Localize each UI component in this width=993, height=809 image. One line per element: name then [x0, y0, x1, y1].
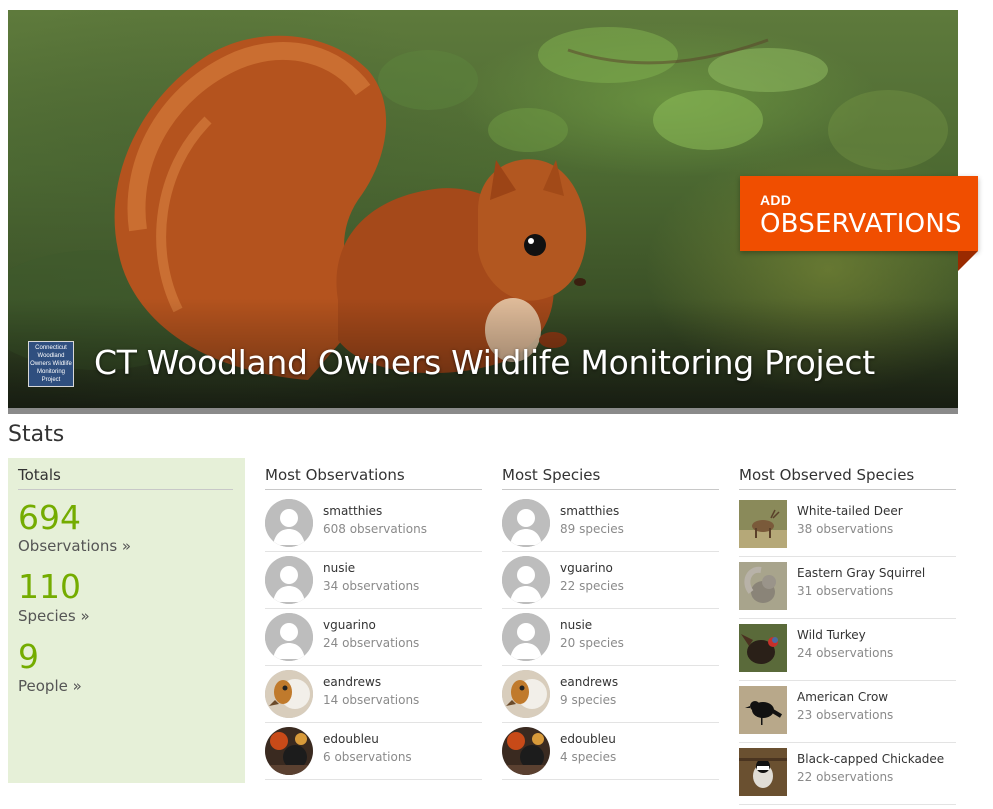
- species-thumbnail[interactable]: [739, 686, 787, 734]
- total-species-count: 110: [18, 567, 81, 606]
- user-name-link[interactable]: nusie: [560, 618, 592, 632]
- banner-divider: [8, 408, 958, 414]
- user-row[interactable]: eandrews 9 species: [502, 665, 719, 723]
- species-thumbnail[interactable]: [739, 500, 787, 548]
- species-thumbnail[interactable]: [739, 748, 787, 796]
- most-observations-header: Most Observations: [265, 466, 482, 490]
- species-thumbnail[interactable]: [739, 624, 787, 672]
- user-row[interactable]: smatthies 89 species: [502, 494, 719, 552]
- user-count: 89 species: [560, 522, 624, 536]
- species-count: 23 observations: [797, 708, 894, 722]
- species-name-link[interactable]: White-tailed Deer: [797, 504, 903, 518]
- stats-heading: Stats: [8, 422, 65, 447]
- user-count: 9 species: [560, 693, 617, 707]
- user-avatar[interactable]: [265, 670, 313, 718]
- user-name-link[interactable]: smatthies: [560, 504, 619, 518]
- user-name-link[interactable]: edoubleu: [560, 732, 616, 746]
- species-name-link[interactable]: American Crow: [797, 690, 888, 704]
- user-avatar[interactable]: [502, 727, 550, 775]
- user-count: 6 observations: [323, 750, 412, 764]
- species-row[interactable]: Eastern Gray Squirrel 31 observations: [739, 556, 956, 619]
- user-count: 608 observations: [323, 522, 427, 536]
- species-count: 22 observations: [797, 770, 894, 784]
- user-count: 4 species: [560, 750, 617, 764]
- species-row[interactable]: American Crow 23 observations: [739, 680, 956, 743]
- user-count: 34 observations: [323, 579, 420, 593]
- user-name-link[interactable]: nusie: [323, 561, 355, 575]
- ribbon-fold: [958, 251, 978, 271]
- most-observed-species-header: Most Observed Species: [739, 466, 956, 490]
- project-title: CT Woodland Owners Wildlife Monitoring P…: [94, 343, 875, 382]
- species-link[interactable]: Species »: [18, 607, 90, 625]
- project-icon-text: Connecticut Woodland Owners Wildlife Mon…: [30, 345, 72, 383]
- add-observations-line2: OBSERVATIONS: [760, 209, 962, 239]
- add-observations-line1: ADD: [760, 192, 792, 208]
- totals-header: Totals: [18, 466, 233, 490]
- user-avatar[interactable]: [502, 670, 550, 718]
- species-row[interactable]: White-tailed Deer 38 observations: [739, 494, 956, 557]
- default-user-icon[interactable]: [265, 556, 313, 604]
- user-name-link[interactable]: eandrews: [560, 675, 618, 689]
- observations-link[interactable]: Observations »: [18, 537, 131, 555]
- default-user-icon[interactable]: [502, 556, 550, 604]
- species-row[interactable]: Wild Turkey 24 observations: [739, 618, 956, 681]
- totals-panel: Totals 694 Observations » 110 Species » …: [8, 458, 245, 783]
- user-row[interactable]: eandrews 14 observations: [265, 665, 482, 723]
- default-user-icon[interactable]: [265, 499, 313, 547]
- user-avatar[interactable]: [265, 727, 313, 775]
- user-count: 14 observations: [323, 693, 420, 707]
- user-row[interactable]: edoubleu 4 species: [502, 722, 719, 780]
- species-thumbnail[interactable]: [739, 562, 787, 610]
- default-user-icon[interactable]: [502, 499, 550, 547]
- user-row[interactable]: vguarino 24 observations: [265, 608, 482, 666]
- user-name-link[interactable]: smatthies: [323, 504, 382, 518]
- user-row[interactable]: vguarino 22 species: [502, 551, 719, 609]
- user-count: 22 species: [560, 579, 624, 593]
- user-name-link[interactable]: vguarino: [323, 618, 376, 632]
- default-user-icon[interactable]: [265, 613, 313, 661]
- people-link[interactable]: People »: [18, 677, 82, 695]
- species-count: 38 observations: [797, 522, 894, 536]
- user-count: 20 species: [560, 636, 624, 650]
- project-icon[interactable]: Connecticut Woodland Owners Wildlife Mon…: [28, 341, 74, 387]
- user-row[interactable]: nusie 34 observations: [265, 551, 482, 609]
- user-row[interactable]: smatthies 608 observations: [265, 494, 482, 552]
- user-count: 24 observations: [323, 636, 420, 650]
- user-row[interactable]: nusie 20 species: [502, 608, 719, 666]
- total-observations-count: 694: [18, 498, 81, 537]
- default-user-icon[interactable]: [502, 613, 550, 661]
- species-name-link[interactable]: Eastern Gray Squirrel: [797, 566, 925, 580]
- species-count: 31 observations: [797, 584, 894, 598]
- user-name-link[interactable]: edoubleu: [323, 732, 379, 746]
- user-name-link[interactable]: eandrews: [323, 675, 381, 689]
- most-species-header: Most Species: [502, 466, 719, 490]
- species-count: 24 observations: [797, 646, 894, 660]
- add-observations-button[interactable]: ADD OBSERVATIONS: [740, 176, 978, 251]
- user-name-link[interactable]: vguarino: [560, 561, 613, 575]
- species-name-link[interactable]: Wild Turkey: [797, 628, 866, 642]
- user-row[interactable]: edoubleu 6 observations: [265, 722, 482, 780]
- total-people-count: 9: [18, 637, 39, 676]
- species-name-link[interactable]: Black-capped Chickadee: [797, 752, 944, 766]
- species-row[interactable]: Black-capped Chickadee 22 observations: [739, 742, 956, 805]
